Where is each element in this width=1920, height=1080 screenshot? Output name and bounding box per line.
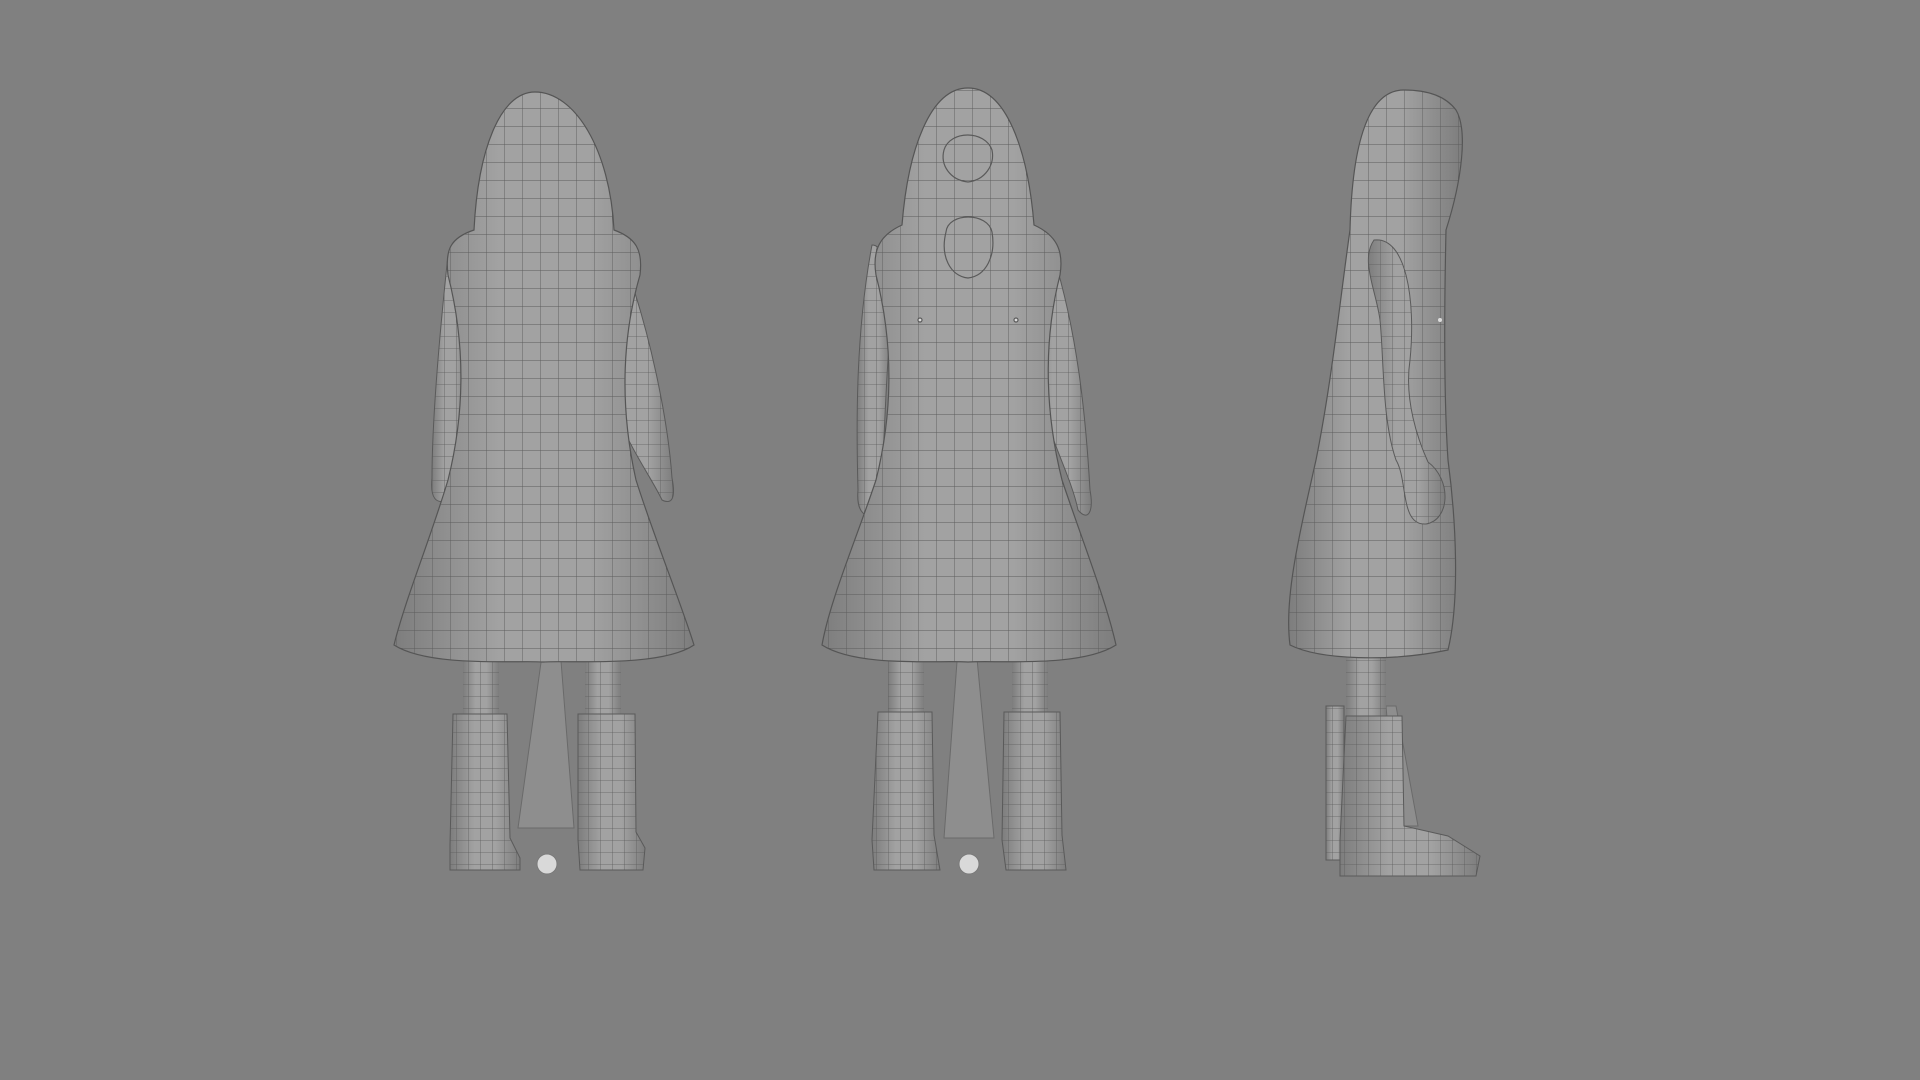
pivot-sphere: [958, 853, 980, 875]
3d-viewport[interactable]: [0, 0, 1920, 1080]
viewport-canvas: [0, 0, 1920, 1080]
pivot-sphere: [536, 853, 558, 875]
